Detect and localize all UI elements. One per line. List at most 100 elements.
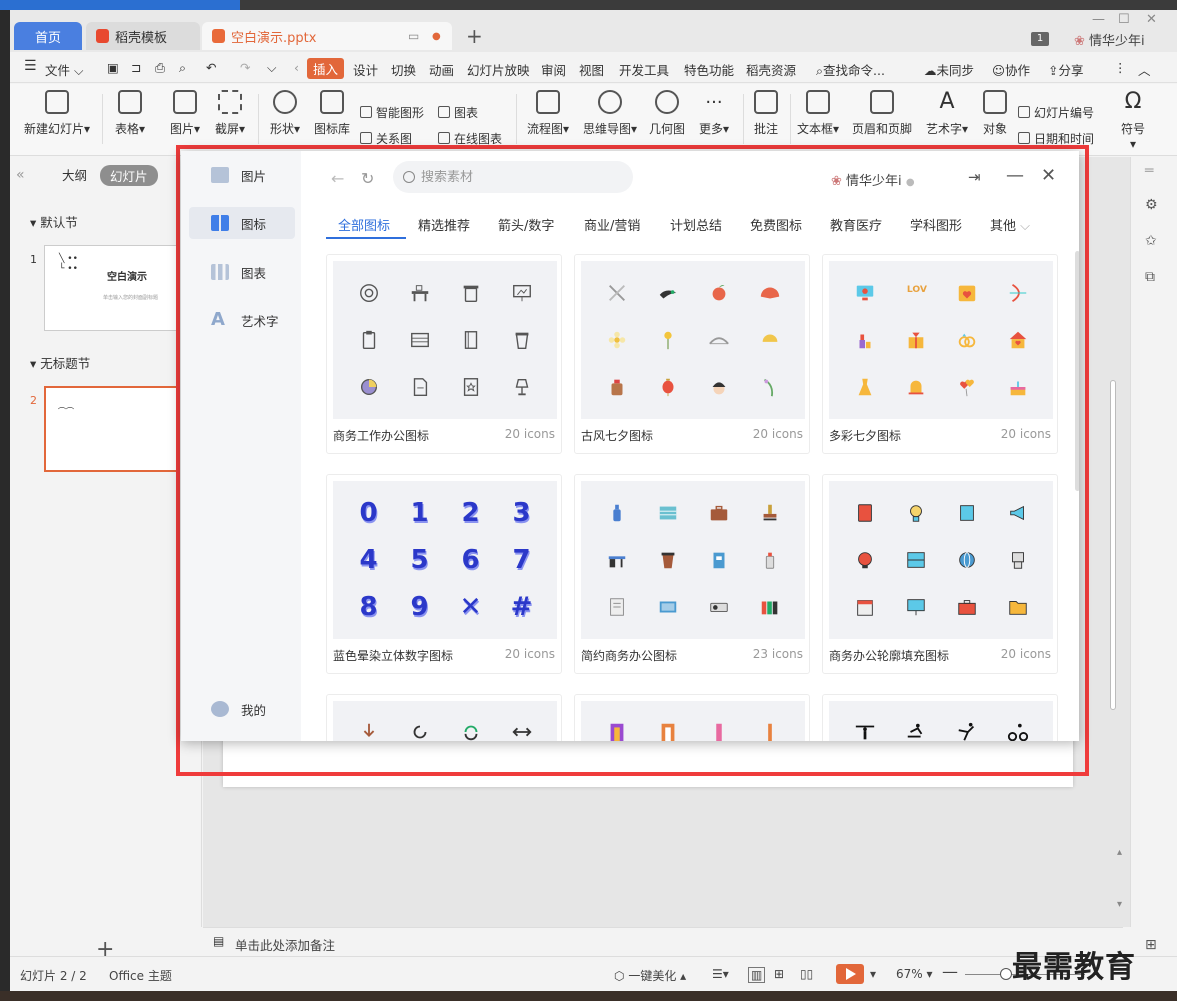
- icon-pack-card[interactable]: 商务办公轮廓填充图标 20 icons: [822, 474, 1058, 674]
- menu-slideshow[interactable]: 幻灯片放映: [467, 60, 530, 79]
- mindmap-button[interactable]: 思维导图▾: [580, 90, 640, 137]
- new-tab-plus-icon[interactable]: +: [466, 24, 483, 48]
- share-button[interactable]: ⇪分享: [1048, 60, 1084, 79]
- notes-bar[interactable]: ▤ 单击此处添加备注: [203, 927, 1123, 955]
- slide-1-thumbnail[interactable]: 空白演示 单击输入您的封面副标题 ╲ •• └ ••: [44, 245, 180, 331]
- menu-view[interactable]: 视图: [579, 60, 604, 79]
- collapse-panel-icon[interactable]: «: [16, 167, 25, 183]
- slide-number-button[interactable]: 幻灯片编号: [1018, 104, 1094, 121]
- collapse-ribbon-icon[interactable]: ︿: [1138, 60, 1151, 79]
- tab-business-marketing[interactable]: 商业/营销: [584, 215, 640, 234]
- smart-art-button[interactable]: 智能图形: [360, 104, 424, 121]
- play-options-arrow-icon[interactable]: ▾: [870, 967, 876, 981]
- section-default[interactable]: ▾ 默认节: [30, 212, 78, 231]
- new-slide-button[interactable]: 新建幻灯片▾: [22, 90, 92, 137]
- minimize-icon[interactable]: —: [1092, 12, 1105, 27]
- vertical-scrollbar[interactable]: [1110, 380, 1116, 710]
- user-account[interactable]: ❀ 情华少年i: [1074, 30, 1145, 49]
- menu-design[interactable]: 设计: [353, 60, 378, 79]
- tab-subject-graphics[interactable]: 学科图形: [910, 215, 962, 234]
- refresh-icon[interactable]: ↻: [361, 169, 374, 188]
- zoom-out-icon[interactable]: —: [942, 962, 958, 981]
- textbox-button[interactable]: 文本框▾: [796, 90, 840, 137]
- dialog-scrollbar[interactable]: [1075, 251, 1079, 491]
- grid-view-icon[interactable]: ⊞: [1145, 937, 1163, 955]
- menu-file[interactable]: 文件 ⌵: [45, 60, 83, 79]
- more-menu-icon[interactable]: ⋮: [1114, 60, 1127, 75]
- scroll-up-icon[interactable]: ▴: [1117, 847, 1135, 865]
- tab-free-icons[interactable]: 免费图标: [750, 215, 802, 234]
- material-search[interactable]: [393, 161, 633, 193]
- screenshot-button[interactable]: 截屏▾: [210, 90, 250, 137]
- theme-name[interactable]: Office 主题: [109, 967, 172, 984]
- symbol-button[interactable]: Ω 符号▾: [1118, 90, 1148, 152]
- tab-template[interactable]: 稻壳模板: [86, 22, 200, 50]
- header-footer-button[interactable]: 页眉和页脚: [850, 90, 914, 137]
- hamburger-menu-icon[interactable]: ☰: [24, 58, 37, 74]
- menu-review[interactable]: 审阅: [541, 60, 566, 79]
- sync-status[interactable]: ☁未同步: [924, 60, 974, 79]
- flowchart-button[interactable]: 流程图▾: [523, 90, 573, 137]
- slide-2-thumbnail[interactable]: ⌒⌒: [44, 386, 180, 472]
- collaborate-button[interactable]: ☺协作: [992, 60, 1030, 79]
- play-slideshow-button[interactable]: [836, 964, 864, 984]
- nav-pictures[interactable]: 图片: [189, 159, 295, 191]
- dialog-close-icon[interactable]: ✕: [1041, 165, 1056, 186]
- comment-button[interactable]: 批注: [748, 90, 784, 137]
- command-search[interactable]: ⌕查找命令...: [816, 60, 885, 79]
- nav-wordart[interactable]: A 艺术字: [189, 304, 295, 336]
- dialog-user[interactable]: ❀ 情华少年i ●: [831, 170, 915, 189]
- export-icon[interactable]: ⊐: [131, 60, 141, 75]
- shape-button[interactable]: 形状▾: [265, 90, 305, 137]
- dock-window-icon[interactable]: ⇥: [968, 168, 981, 186]
- tab-all-icons[interactable]: 全部图标: [338, 215, 390, 234]
- dialog-minimize-icon[interactable]: —: [1006, 165, 1024, 186]
- table-button[interactable]: 表格▾: [110, 90, 150, 137]
- tab-home[interactable]: 首页: [14, 22, 82, 50]
- tab-other[interactable]: 其他 ⌵: [990, 215, 1030, 234]
- tab-outline[interactable]: 大纲: [62, 165, 87, 184]
- customize-arrow-icon[interactable]: ⌵: [267, 60, 276, 76]
- icon-pack-card[interactable]: 0 1 2 3 4 5 6 7 8 9 ✕ # 蓝色晕染立体数字图标 20 ic…: [326, 474, 562, 674]
- scroll-down-icon[interactable]: ▾: [1117, 899, 1135, 917]
- icon-pack-card[interactable]: [574, 694, 810, 741]
- menu-developer[interactable]: 开发工具: [619, 60, 669, 79]
- tab-plan-summary[interactable]: 计划总结: [670, 215, 722, 234]
- pin-icon[interactable]: ✩: [1145, 233, 1163, 251]
- window-count-badge[interactable]: 1: [1031, 32, 1049, 46]
- more-button[interactable]: ··· 更多▾: [694, 90, 734, 137]
- tab-document[interactable]: 空白演示.pptx ▭ ●: [202, 22, 452, 50]
- zoom-slider-knob[interactable]: [1000, 968, 1012, 980]
- icon-pack-card[interactable]: [822, 694, 1058, 741]
- monitor-icon[interactable]: ▭: [408, 29, 419, 43]
- icon-pack-card[interactable]: 商务工作办公图标 20 icons: [326, 254, 562, 454]
- align-menu-icon[interactable]: ☰▾: [712, 967, 729, 981]
- transform-icon[interactable]: ⧉: [1145, 269, 1163, 287]
- tab-slides[interactable]: 幻灯片: [100, 165, 158, 186]
- nav-charts[interactable]: 图表: [189, 256, 295, 288]
- sorter-view-icon[interactable]: ⊞: [774, 967, 784, 981]
- material-search-input[interactable]: [421, 169, 611, 185]
- undo-icon[interactable]: ↶: [206, 60, 216, 75]
- menu-docer-resources[interactable]: 稻壳资源: [746, 60, 796, 79]
- menu-scroll-left-icon[interactable]: ‹: [294, 60, 299, 75]
- icon-pack-card[interactable]: 古风七夕图标 20 icons: [574, 254, 810, 454]
- icon-pack-card[interactable]: [326, 694, 562, 741]
- tab-arrows-numbers[interactable]: 箭头/数字: [498, 215, 554, 234]
- maximize-icon[interactable]: ☐: [1118, 12, 1130, 27]
- menu-animation[interactable]: 动画: [429, 60, 454, 79]
- sidebar-toggle-icon[interactable]: ═: [1145, 163, 1163, 181]
- print-icon[interactable]: ⎙: [155, 60, 165, 76]
- object-button[interactable]: 对象: [978, 90, 1012, 137]
- beautify-button[interactable]: ⬡ 一键美化 ▴: [614, 967, 686, 984]
- menu-insert[interactable]: 插入: [307, 58, 345, 79]
- menu-transition[interactable]: 切换: [391, 60, 416, 79]
- icon-library-button[interactable]: 图标库: [312, 90, 352, 137]
- properties-icon[interactable]: ⚙: [1145, 197, 1163, 215]
- icon-pack-card[interactable]: LOVE 多彩七夕图标 20 icons: [822, 254, 1058, 454]
- redo-icon[interactable]: ↷: [240, 60, 250, 75]
- reading-view-icon[interactable]: ▯▯: [800, 967, 813, 981]
- nav-icons[interactable]: 图标: [189, 207, 295, 239]
- tab-featured[interactable]: 精选推荐: [418, 215, 470, 234]
- back-arrow-icon[interactable]: ←: [331, 169, 344, 188]
